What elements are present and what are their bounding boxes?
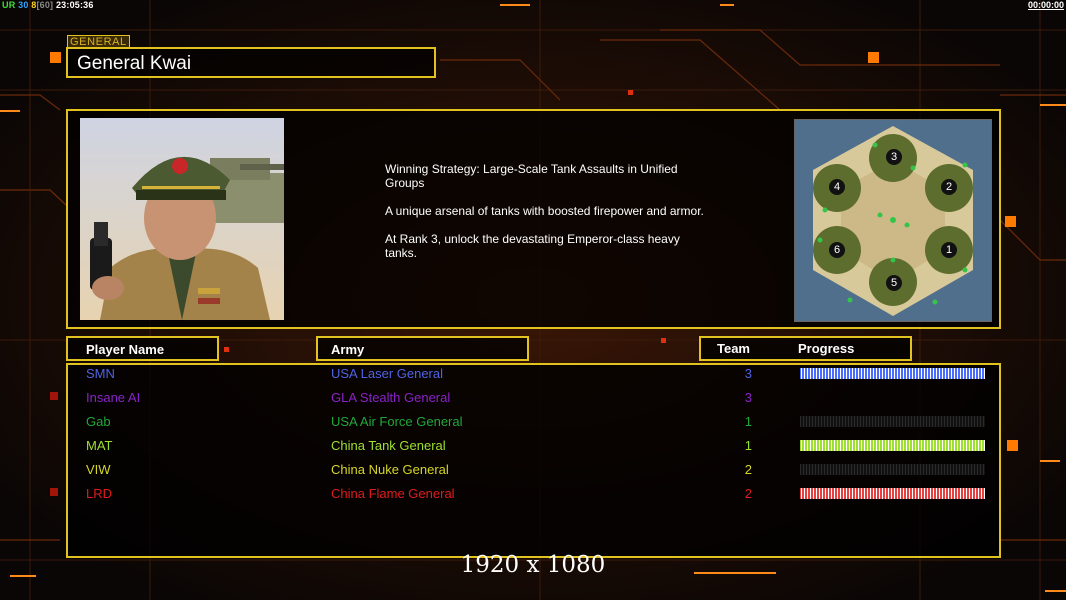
map-base-1: 1 bbox=[941, 242, 957, 258]
player-progress-bar bbox=[800, 440, 985, 451]
player-team: 3 bbox=[744, 390, 752, 405]
player-progress-bar bbox=[800, 464, 985, 475]
player-name: MAT bbox=[86, 438, 113, 453]
player-row[interactable]: Gab USA Air Force General 1 bbox=[0, 411, 1066, 435]
player-row[interactable]: Insane AI GLA Stealth General 3 bbox=[0, 387, 1066, 411]
player-army: China Flame General bbox=[331, 486, 455, 501]
general-name: General Kwai bbox=[77, 53, 192, 74]
player-team: 1 bbox=[744, 438, 752, 453]
hud-clock: 23:05:36 bbox=[55, 0, 94, 10]
player-progress-bar bbox=[800, 416, 985, 427]
player-name: Insane AI bbox=[86, 390, 141, 405]
player-army: GLA Stealth General bbox=[331, 390, 451, 405]
player-army: USA Laser General bbox=[331, 366, 444, 381]
header-team-progress: Team Progress bbox=[699, 336, 912, 361]
game-timer: 00:00:00 bbox=[1027, 0, 1064, 10]
general-description: Winning Strategy: Large-Scale Tank Assau… bbox=[385, 162, 715, 274]
map-base-4: 4 bbox=[829, 179, 845, 195]
player-team: 1 bbox=[744, 414, 752, 429]
hud-fps-b: [60] bbox=[36, 0, 54, 10]
player-team: 2 bbox=[744, 462, 752, 477]
player-row[interactable]: LRD China Flame General 2 bbox=[0, 483, 1066, 507]
header-army: Army bbox=[316, 336, 529, 361]
player-team: 2 bbox=[744, 486, 752, 501]
general-title-box: General Kwai bbox=[66, 47, 436, 78]
player-name: Gab bbox=[86, 414, 111, 429]
player-row[interactable]: SMN USA Laser General 3 bbox=[0, 363, 1066, 387]
map-base-2: 2 bbox=[941, 179, 957, 195]
performance-hud: UR 30 8[60] 23:05:36 bbox=[2, 0, 94, 10]
player-name: SMN bbox=[86, 366, 115, 381]
header-player-name: Player Name bbox=[66, 336, 219, 361]
player-row[interactable]: VIW China Nuke General 2 bbox=[0, 459, 1066, 483]
header-player-name-label: Player Name bbox=[86, 342, 165, 357]
player-name: VIW bbox=[86, 462, 111, 477]
player-progress-bar bbox=[800, 368, 985, 379]
map-base-3: 3 bbox=[886, 149, 902, 165]
description-strategy: Winning Strategy: Large-Scale Tank Assau… bbox=[385, 162, 678, 190]
hud-mode: UR bbox=[2, 0, 16, 10]
player-progress-fill bbox=[800, 368, 985, 379]
description-arsenal: A unique arsenal of tanks with boosted f… bbox=[385, 204, 704, 218]
resolution-label: 1920 x 1080 bbox=[460, 552, 606, 578]
header-team-label: Team bbox=[717, 341, 750, 356]
player-progress-bar bbox=[800, 488, 985, 499]
map-base-5: 5 bbox=[886, 275, 902, 291]
hud-fps: 30 bbox=[18, 0, 29, 10]
header-progress-label: Progress bbox=[798, 341, 855, 356]
description-rank: At Rank 3, unlock the devastating Empero… bbox=[385, 232, 680, 260]
player-team: 3 bbox=[744, 366, 752, 381]
header-army-label: Army bbox=[331, 342, 365, 357]
map-base-6: 6 bbox=[829, 242, 845, 258]
player-army: USA Air Force General bbox=[331, 414, 463, 429]
map-preview[interactable]: 3 4 2 6 1 5 bbox=[794, 119, 992, 322]
general-portrait bbox=[80, 118, 284, 320]
player-name: LRD bbox=[86, 486, 113, 501]
player-army: China Nuke General bbox=[331, 462, 449, 477]
player-row[interactable]: MAT China Tank General 1 bbox=[0, 435, 1066, 459]
player-progress-fill bbox=[800, 440, 985, 451]
player-army: China Tank General bbox=[331, 438, 446, 453]
player-progress-fill bbox=[800, 488, 985, 499]
